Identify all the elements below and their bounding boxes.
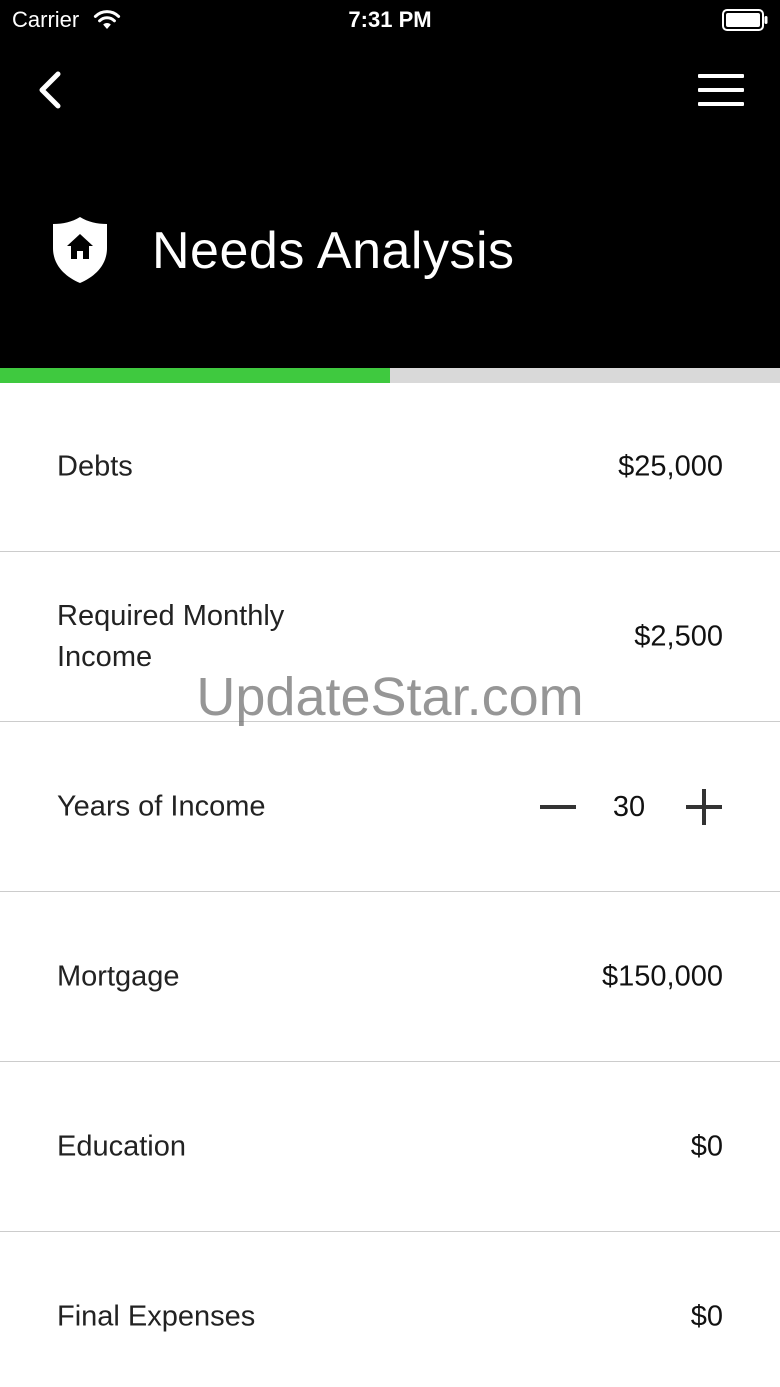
- status-bar: Carrier 7:31 PM: [0, 0, 780, 40]
- shield-home-icon: [53, 217, 107, 283]
- row-value: $25,000: [618, 450, 723, 483]
- row-label: Years of Income: [57, 790, 266, 822]
- row-label: Debts: [57, 450, 133, 483]
- row-value: $2,500: [634, 620, 723, 652]
- increment-button[interactable]: [684, 787, 724, 827]
- chevron-left-icon: [39, 71, 61, 109]
- row-debts[interactable]: Debts $25,000: [0, 383, 780, 552]
- stepper-value: 30: [612, 790, 646, 823]
- header: Carrier 7:31 PM Needs Analysis: [0, 0, 780, 368]
- row-education[interactable]: Education $0: [0, 1062, 780, 1232]
- minus-icon: [540, 804, 576, 809]
- row-value: $0: [690, 1130, 723, 1162]
- row-years-of-income: Years of Income 30: [0, 722, 780, 892]
- row-label: Education: [57, 1130, 186, 1162]
- page-title: Needs Analysis: [152, 222, 515, 280]
- needs-analysis-screen: Carrier 7:31 PM Needs Analysis Debts $25…: [0, 0, 780, 1387]
- needs-list: Debts $25,000 Required Monthly Income $2…: [0, 383, 780, 1387]
- progress-bar-fill: [0, 368, 390, 383]
- years-stepper: 30: [538, 785, 724, 829]
- back-button[interactable]: [30, 66, 74, 114]
- row-label: Mortgage: [57, 960, 180, 992]
- row-final-expenses[interactable]: Final Expenses $0: [0, 1232, 780, 1387]
- row-value: $150,000: [602, 960, 723, 992]
- progress-bar: [0, 368, 780, 383]
- row-label: Final Expenses: [57, 1300, 256, 1332]
- hamburger-menu-icon: [698, 74, 744, 106]
- decrement-button[interactable]: [538, 787, 578, 827]
- row-required-monthly-income[interactable]: Required Monthly Income $2,500: [0, 552, 780, 722]
- row-value: $0: [690, 1300, 723, 1332]
- row-mortgage[interactable]: Mortgage $150,000: [0, 892, 780, 1062]
- menu-button[interactable]: [694, 70, 748, 110]
- row-label: Required Monthly Income: [57, 599, 285, 673]
- plus-icon: [686, 788, 722, 825]
- clock: 7:31 PM: [348, 7, 432, 32]
- battery-icon: [722, 9, 768, 31]
